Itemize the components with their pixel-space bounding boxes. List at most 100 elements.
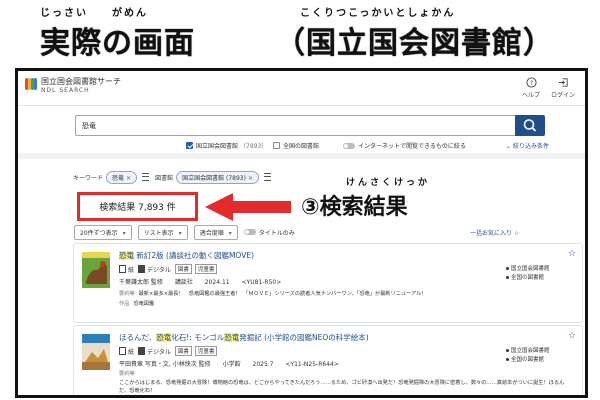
library-filter-label: 図書館	[155, 174, 174, 182]
title-highlight: 恐竜	[156, 333, 172, 342]
library-chip-text: 国立国会図書館 (7893)	[182, 174, 246, 182]
paper-label: 紙	[128, 348, 135, 356]
section-divider	[18, 153, 585, 159]
pub-date: 2025.7	[252, 361, 274, 368]
paper-label: 紙	[128, 266, 135, 274]
call-number: <Y11-N25-R644>	[285, 361, 339, 368]
per-page-select[interactable]: 20件ずつ表示 ▾	[74, 224, 132, 240]
summary-key: 要約等	[119, 371, 135, 377]
paper-icon	[119, 347, 126, 355]
help-label: ヘルプ	[521, 92, 540, 99]
filter-lines-icon[interactable]	[263, 173, 271, 181]
site-logo-subtitle: NDL SEARCH	[41, 87, 90, 94]
digital-medium: デジタル	[138, 347, 171, 356]
search-icon	[523, 119, 537, 132]
narrow-conditions-link[interactable]: ⌄ 絞り込み条件	[506, 141, 549, 150]
digital-label: デジタル	[147, 266, 171, 274]
digital-label: デジタル	[147, 348, 171, 356]
bookmark-all-label: 一括お気に入り	[470, 230, 513, 237]
right-title-ruby: こくりつこっかいとしょかん	[300, 8, 456, 19]
option-online-only[interactable]: インターネットで閲覧できるものに絞る	[343, 141, 466, 150]
media-badges: 紙 デジタル 図書 児童書	[119, 264, 220, 274]
type-badge: 児童書	[194, 264, 218, 274]
holding-label: 全国の図書館	[511, 357, 545, 363]
narrow-conditions-label: 絞り込み条件	[512, 143, 549, 150]
ndl-logo-icon[interactable]	[25, 78, 37, 90]
close-icon[interactable]: ×	[126, 175, 131, 182]
results-toolbar: 20件ずつ表示 ▾ リスト表示 ▾ 適合度順 ▾ タイトルのみ	[74, 224, 295, 240]
bookmark-all-link[interactable]: 一括お気に入り ☆	[470, 228, 519, 237]
close-icon[interactable]: ×	[248, 175, 253, 182]
ndl-option-label: 国立国会図書館	[196, 143, 239, 150]
library-chip[interactable]: 国立国会図書館 (7893) ×	[176, 170, 259, 184]
holdings: 国立国会図書館 全国の図書館	[506, 265, 550, 283]
login-icon	[558, 78, 568, 87]
keyword-chip-text: 恐竜	[112, 174, 125, 182]
media-badges: 紙 デジタル 図書 児童書	[119, 346, 220, 356]
title-text: 化石!: モンゴル	[171, 333, 225, 342]
site-header: 国立国会図書館サーチ NDL SEARCH ? ヘルプ ログイン	[18, 71, 585, 106]
ndl-option-count: （7893）	[240, 143, 268, 150]
book-cover-image[interactable]	[82, 252, 110, 288]
paper-medium: 紙	[119, 347, 134, 356]
paper-icon	[119, 265, 126, 273]
work-key: 作品	[119, 301, 130, 307]
paper-medium: 紙	[119, 265, 134, 274]
result-title[interactable]: ほるんだ、恐竜化石!: モンゴル恐竜発掘記 (小学館の図鑑NEOの科学絵本)	[119, 332, 369, 343]
filter-lines-icon[interactable]	[142, 173, 150, 181]
holding-ndl[interactable]: 国立国会図書館	[506, 347, 550, 356]
work-line: 作品 恐竜図鑑	[119, 300, 154, 307]
result-item[interactable]: 恐竜 新訂2版 (講談社の動く図鑑MOVE) ☆ 紙 デジタル 図書 児童書 千…	[73, 243, 583, 323]
per-page-value: 20件ずつ表示	[80, 229, 118, 237]
holding-ndl[interactable]: 国立国会図書館	[506, 265, 550, 274]
result-count: 検索結果 7,893 件	[77, 192, 198, 221]
pub-date: 2024.11	[204, 279, 230, 286]
sort-value: 適合度順	[199, 229, 224, 237]
left-title-ruby: じっさい がめん	[40, 8, 148, 19]
search-bar	[75, 115, 545, 136]
bullet-icon	[506, 276, 509, 279]
online-only-toggle[interactable]	[343, 142, 355, 149]
option-all-libraries[interactable]: 全国の図書館	[273, 141, 319, 150]
summary-key: 要約等	[119, 291, 135, 297]
all-libraries-checkbox[interactable]	[273, 142, 280, 149]
result-title[interactable]: 恐竜 新訂2版 (講談社の動く図鑑MOVE)	[119, 250, 254, 261]
search-input[interactable]	[75, 115, 515, 136]
book-cover-image[interactable]	[82, 334, 110, 370]
red-arrow-icon	[205, 193, 291, 221]
star-icon: ☆	[513, 230, 520, 237]
holding-all[interactable]: 全国の図書館	[506, 274, 550, 283]
result-item[interactable]: ほるんだ、恐竜化石!: モンゴル恐竜発掘記 (小学館の図鑑NEOの科学絵本) ☆…	[73, 325, 583, 395]
type-badge: 図書	[174, 264, 192, 274]
option-ndl[interactable]: 国立国会図書館 （7893）	[186, 141, 267, 150]
chevron-down-icon: ▾	[122, 229, 126, 237]
star-icon[interactable]: ☆	[568, 249, 576, 259]
keyword-chip[interactable]: 恐竜 ×	[106, 170, 138, 184]
callout-label: ③検索結果	[301, 195, 408, 220]
summary-key-line: 要約等	[119, 370, 139, 377]
login-label: ログイン	[550, 92, 575, 99]
digital-icon	[138, 347, 146, 355]
view-mode-select[interactable]: リスト表示 ▾	[137, 224, 188, 240]
chevron-down-icon: ▾	[178, 229, 182, 237]
publisher: 小学館	[222, 361, 241, 368]
search-button[interactable]	[515, 115, 545, 136]
author: 千葉謙太郎 監修	[119, 279, 163, 286]
title-highlight: 恐竜	[224, 333, 240, 342]
summary-line: 要約等 最新×最多×最長！ 恐竜図鑑の最強王者！ 「ＭＯＶＥ」シリーズの読者人気ナ…	[119, 290, 427, 297]
site-logo-title[interactable]: 国立国会図書館サーチ	[41, 76, 121, 87]
holding-label: 全国の図書館	[511, 275, 545, 281]
star-icon[interactable]: ☆	[568, 331, 576, 341]
holdings: 国立国会図書館 全国の図書館	[506, 347, 550, 365]
holding-all[interactable]: 全国の図書館	[506, 356, 550, 365]
view-mode-value: リスト表示	[143, 229, 174, 237]
callout-ruby: けんさくけっか	[346, 178, 431, 188]
login-button[interactable]: ログイン	[548, 77, 578, 99]
ndl-checkbox[interactable]	[186, 142, 193, 149]
sort-select[interactable]: 適合度順 ▾	[193, 224, 238, 240]
title-only-toggle[interactable]	[243, 229, 256, 235]
bullet-icon	[506, 267, 509, 270]
left-title: 実際の画面	[40, 26, 195, 61]
author: 平田貴章 写真・文, 小林快次 監修	[119, 361, 211, 368]
help-button[interactable]: ? ヘルプ	[516, 77, 546, 99]
